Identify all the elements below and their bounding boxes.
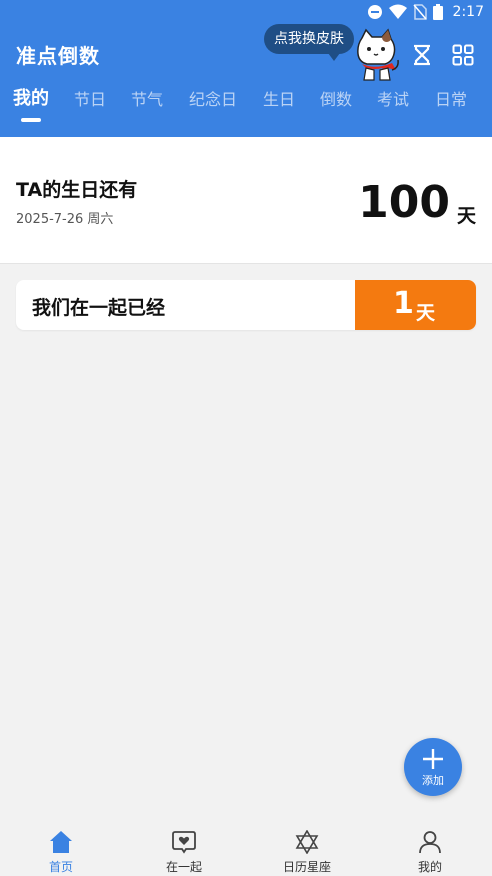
together-label: 我们在一起已经 — [32, 297, 166, 319]
plus-icon — [422, 748, 444, 770]
category-tabs: 我的 节日 节气 纪念日 生日 倒数 考试 日常 — [0, 86, 492, 118]
dnd-icon — [367, 4, 383, 20]
card-title: TA的生日还有 — [16, 179, 138, 201]
status-bar: 2:17 — [0, 0, 492, 24]
status-icons: 2:17 — [367, 3, 484, 21]
status-time: 2:17 — [452, 4, 484, 20]
birthday-countdown-card[interactable]: TA的生日还有 2025-7-26 周六 100 天 — [0, 137, 492, 264]
nav-label: 我的 — [417, 860, 442, 874]
together-card[interactable]: 我们在一起已经 1 天 — [16, 280, 476, 330]
nav-together[interactable]: 在一起 — [144, 818, 224, 876]
days-count: 100 — [358, 177, 450, 228]
tab-solar-terms[interactable]: 节气 — [131, 86, 163, 110]
together-days-badge: 1 天 — [355, 280, 476, 330]
nav-home[interactable]: 首页 — [21, 818, 101, 876]
grid-icon[interactable] — [452, 44, 474, 66]
app-title: 准点倒数 — [16, 44, 100, 68]
heart-chat-icon — [172, 830, 196, 854]
header-bar: 2:17 准点倒数 点我换皮肤 我的 节日 节气 纪念日 生日 倒数 考试 日常 — [0, 0, 492, 137]
star-of-david-icon — [295, 829, 319, 855]
nav-mine[interactable]: 我的 — [390, 818, 470, 876]
tab-daily[interactable]: 日常 — [435, 86, 467, 110]
card-date: 2025-7-26 周六 — [16, 212, 114, 227]
no-sim-icon — [412, 4, 427, 20]
battery-icon — [432, 4, 443, 20]
change-skin-bubble[interactable]: 点我换皮肤 — [264, 24, 354, 61]
add-button[interactable]: 添加 — [404, 738, 462, 796]
tab-anniversaries[interactable]: 纪念日 — [189, 86, 237, 110]
add-button-label: 添加 — [422, 774, 444, 787]
tab-countdown[interactable]: 倒数 — [320, 86, 352, 110]
tab-exams[interactable]: 考试 — [377, 86, 409, 110]
person-icon — [418, 830, 442, 854]
home-icon — [49, 830, 73, 854]
together-days-unit: 天 — [416, 302, 436, 324]
active-tab-indicator — [21, 118, 41, 122]
nav-label: 首页 — [48, 860, 73, 874]
hourglass-icon[interactable] — [411, 44, 433, 66]
nav-label: 在一起 — [165, 860, 202, 874]
days-unit: 天 — [456, 205, 476, 227]
nav-label: 日历星座 — [282, 860, 331, 874]
tab-birthdays[interactable]: 生日 — [263, 86, 295, 110]
together-days-count: 1 — [393, 286, 414, 321]
tab-festivals[interactable]: 节日 — [74, 86, 106, 110]
cat-mascot-icon[interactable] — [352, 28, 400, 82]
bottom-navigation: 首页 在一起 日历星座 我的 — [0, 818, 492, 876]
tab-mine[interactable]: 我的 — [13, 84, 49, 110]
wifi-icon — [388, 4, 407, 20]
nav-calendar-zodiac[interactable]: 日历星座 — [267, 818, 347, 876]
app-screen: 2:17 准点倒数 点我换皮肤 我的 节日 节气 纪念日 生日 倒数 考试 日常… — [0, 0, 492, 876]
